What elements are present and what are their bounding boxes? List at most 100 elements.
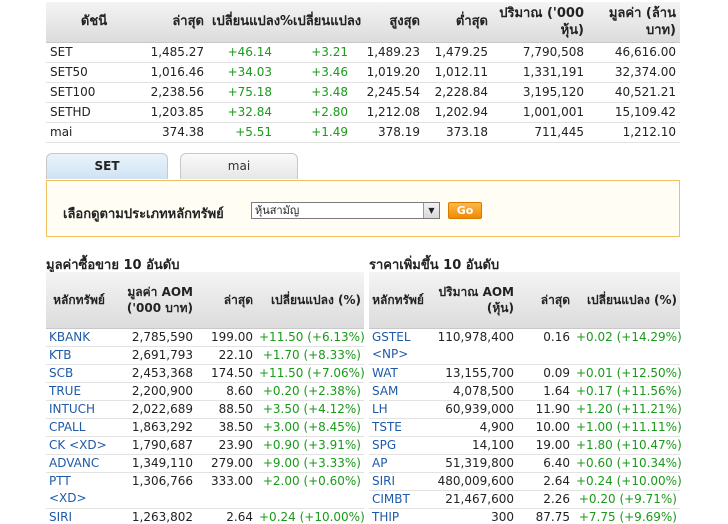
security-type-select[interactable]: หุ้นสามัญ ▼ [251,202,440,219]
last-cell: 22.10 [196,346,256,365]
symbol-cell: PTT <XD> [46,472,112,509]
symbol-cell: AP [369,454,427,473]
table-row: KBANK 2,785,590 199.00 +11.50 (+6.13%) [46,328,365,347]
aom-cell: 480,009,600 [427,472,517,491]
symbol-link[interactable]: SCB [49,366,73,380]
last-cell: 87.75 [517,508,573,524]
last-cell: 19.00 [517,436,573,455]
aom-cell: 300 [427,508,517,524]
table-row: SIRI 1,263,802 2.64 +0.24 (+10.00%) [46,508,365,524]
change-cell: +0.90 (+3.91%) [256,436,364,455]
symbol-flag: <NP> [372,346,409,361]
symbol-link[interactable]: SAM [372,384,398,398]
symbol-link[interactable]: PTT [49,474,71,488]
index-cell: 2,245.54 [352,82,424,103]
index-cell: 1,019.20 [352,62,424,83]
table-row: CPALL 1,863,292 38.50 +3.00 (+8.45%) [46,418,364,437]
last-cell: 0.09 [517,364,573,383]
change-cell: +11.50 (+6.13%) [256,328,365,347]
symbol-link[interactable]: SIRI [372,474,395,488]
index-name-link[interactable]: SETHD [46,102,142,123]
index-cell: 378.19 [352,122,424,143]
symbol-cell: SAM [369,382,427,401]
symbol-link[interactable]: SPG [372,438,396,452]
change-cell: +11.50 (+7.06%) [256,364,365,383]
table-row: THIP 300 87.75 +7.75 (+9.69%) [369,508,680,524]
change-cell: +0.20 (+2.38%) [256,382,364,401]
top-gainers-panel: หลักทรัพย์ ปริมาณ AOM (หุ้น) ล่าสุด เปลี… [369,272,682,524]
symbol-flag: <XD> [49,490,87,505]
dropdown-arrow-icon[interactable]: ▼ [423,203,439,218]
change-cell: +9.00 (+3.33%) [256,454,364,473]
symbol-link[interactable]: THIP [372,510,399,524]
header-last: ล่าสุด [142,2,208,43]
index-cell: 1,202.94 [424,102,492,123]
go-button[interactable]: Go [448,202,482,219]
symbol-cell: CPALL [46,418,112,437]
tab-set[interactable]: SET [46,153,168,179]
index-row: SET100 2,238.56 +75.18 +3.48 2,245.54 2,228.8… [46,82,680,103]
top-gainers-table: หลักทรัพย์ ปริมาณ AOM (หุ้น) ล่าสุด เปลี… [369,272,682,524]
index-cell: 1,012.11 [424,62,492,83]
index-cell: +46.14 [208,42,276,63]
symbol-link[interactable]: ADVANC [49,456,99,470]
index-cell: 15,109.42 [588,102,680,123]
last-cell: 2.26 [517,490,573,509]
header-symbol: หลักทรัพย์ [46,272,112,329]
index-summary: ดัชนี ล่าสุด เปลี่ยนแปลง %เปลี่ยนแปลง สู… [46,2,680,143]
aom-cell: 14,100 [427,436,517,455]
change-cell: +1.20 (+11.21%) [573,400,682,419]
symbol-link[interactable]: SIRI [49,510,72,524]
symbol-link[interactable]: KBANK [49,330,90,344]
symbol-link[interactable]: LH [372,402,388,416]
index-name-link[interactable]: SET100 [46,82,142,103]
symbol-cell: CK <XD> [46,436,112,455]
aom-cell: 1,263,802 [112,508,196,524]
symbol-link[interactable]: TRUE [49,384,81,398]
index-name-link[interactable]: SET50 [46,62,142,83]
change-cell: +0.02 (+14.29%) [573,328,682,365]
header-aom-value: มูลค่า AOM ('000 บาท) [112,272,196,329]
aom-cell: 1,306,766 [112,472,196,509]
aom-cell: 2,453,368 [112,364,196,383]
aom-cell: 2,691,793 [112,346,196,365]
index-cell: 373.18 [424,122,492,143]
header-pct-change: %เปลี่ยนแปลง [276,2,361,43]
index-cell: +1.49 [276,122,352,143]
symbol-cell: GSTEL <NP> [369,328,427,365]
index-header-row: ดัชนี ล่าสุด เปลี่ยนแปลง %เปลี่ยนแปลง สู… [46,2,680,43]
symbol-link[interactable]: INTUCH [49,402,95,416]
index-cell: 7,790,508 [492,42,588,63]
symbol-link[interactable]: AP [372,456,387,470]
last-cell: 2.64 [196,508,256,524]
tab-mai[interactable]: mai [180,153,298,179]
aom-cell: 13,155,700 [427,364,517,383]
symbol-link[interactable]: CK <XD> [49,438,107,452]
symbol-link[interactable]: CIMBT [372,492,410,506]
index-name-link[interactable]: SET [46,42,142,63]
symbol-cell: SPG [369,436,427,455]
index-row: SETHD 1,203.85 +32.84 +2.80 1,212.08 1,202.94… [46,102,680,123]
last-cell: 10.00 [517,418,573,437]
change-cell: +3.00 (+8.45%) [256,418,364,437]
symbol-link[interactable]: TSTE [372,420,402,434]
symbol-cell: INTUCH [46,400,112,419]
symbol-cell: ADVANC [46,454,112,473]
symbol-link[interactable]: CPALL [49,420,85,434]
index-name-link[interactable]: mai [46,122,142,143]
index-cell: 1,331,191 [492,62,588,83]
symbol-link[interactable]: GSTEL [372,330,411,344]
symbol-cell: THIP [369,508,427,524]
header-volume: ปริมาณ ('000 หุ้น) [492,2,588,43]
symbol-cell: KBANK [46,328,112,347]
aom-cell: 2,200,900 [112,382,196,401]
symbol-link[interactable]: WAT [372,366,398,380]
symbol-link[interactable]: KTB [49,348,72,362]
table-row: WAT 13,155,700 0.09 +0.01 (+12.50%) [369,364,682,383]
filter-label: เลือกดูตามประเภทหลักทรัพย์ [63,207,224,222]
last-cell: 174.50 [196,364,256,383]
table-row: SPG 14,100 19.00 +1.80 (+10.47%) [369,436,682,455]
change-cell: +1.70 (+8.33%) [256,346,364,365]
index-cell: +32.84 [208,102,276,123]
index-cell: 1,212.08 [352,102,424,123]
